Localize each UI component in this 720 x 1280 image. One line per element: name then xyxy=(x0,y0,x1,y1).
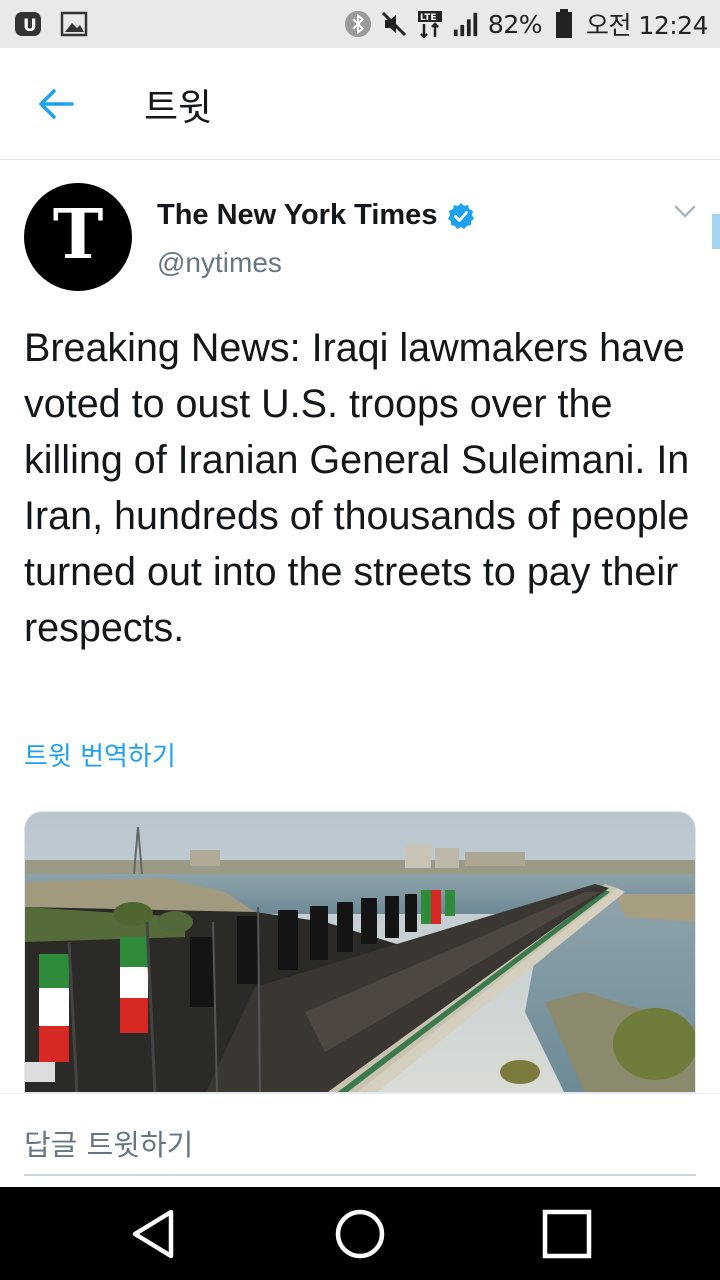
circle-home-icon xyxy=(335,1209,385,1258)
chevron-down-icon[interactable] xyxy=(670,197,700,227)
mute-icon xyxy=(380,10,408,38)
battery-percent: 82% xyxy=(487,9,543,39)
nav-back-button[interactable] xyxy=(113,1194,193,1274)
nav-recents-button[interactable] xyxy=(527,1194,607,1274)
top-app-bar: 트윗 xyxy=(0,48,720,160)
back-arrow-icon xyxy=(39,88,74,119)
battery-icon xyxy=(550,9,578,38)
avatar-logo: T xyxy=(52,195,104,275)
tweet-photo[interactable] xyxy=(24,811,696,1093)
author-name: The New York Times xyxy=(157,199,438,231)
svg-text:LTE: LTE xyxy=(420,13,437,23)
clock: 오전 12:24 xyxy=(586,11,709,40)
triangle-back-icon xyxy=(133,1209,174,1258)
reply-bar: 답글 트윗하기 xyxy=(0,1093,720,1187)
tweet-author-row: T The New York Times @nytimes xyxy=(24,183,704,293)
reply-input-underline xyxy=(24,1174,696,1176)
app-notification-icon: U xyxy=(14,10,42,38)
system-nav-bar xyxy=(0,1187,720,1280)
nav-home-button[interactable] xyxy=(320,1194,400,1274)
lte-icon: LTE xyxy=(416,10,444,38)
image-notification-icon xyxy=(60,10,88,38)
signal-icon xyxy=(452,10,480,38)
author-handle[interactable]: @nytimes xyxy=(157,247,282,279)
author-name-row[interactable]: The New York Times xyxy=(157,199,475,232)
bluetooth-icon xyxy=(344,10,372,38)
photo-scene xyxy=(25,812,695,1092)
reply-input[interactable]: 답글 트윗하기 xyxy=(24,1122,193,1164)
status-bar: U LTE 82% 오전 12:24 xyxy=(0,0,720,48)
scroll-indicator xyxy=(712,214,720,249)
square-recents-icon xyxy=(542,1209,591,1258)
page-title: 트윗 xyxy=(144,85,213,129)
back-button[interactable] xyxy=(26,74,86,134)
tweet-text: Breaking News: Iraqi lawmakers have vote… xyxy=(24,326,690,650)
avatar[interactable]: T xyxy=(24,183,132,291)
verified-badge-icon xyxy=(448,202,475,229)
translate-tweet-link[interactable]: 트윗 번역하기 xyxy=(24,736,176,773)
svg-text:U: U xyxy=(23,16,37,36)
